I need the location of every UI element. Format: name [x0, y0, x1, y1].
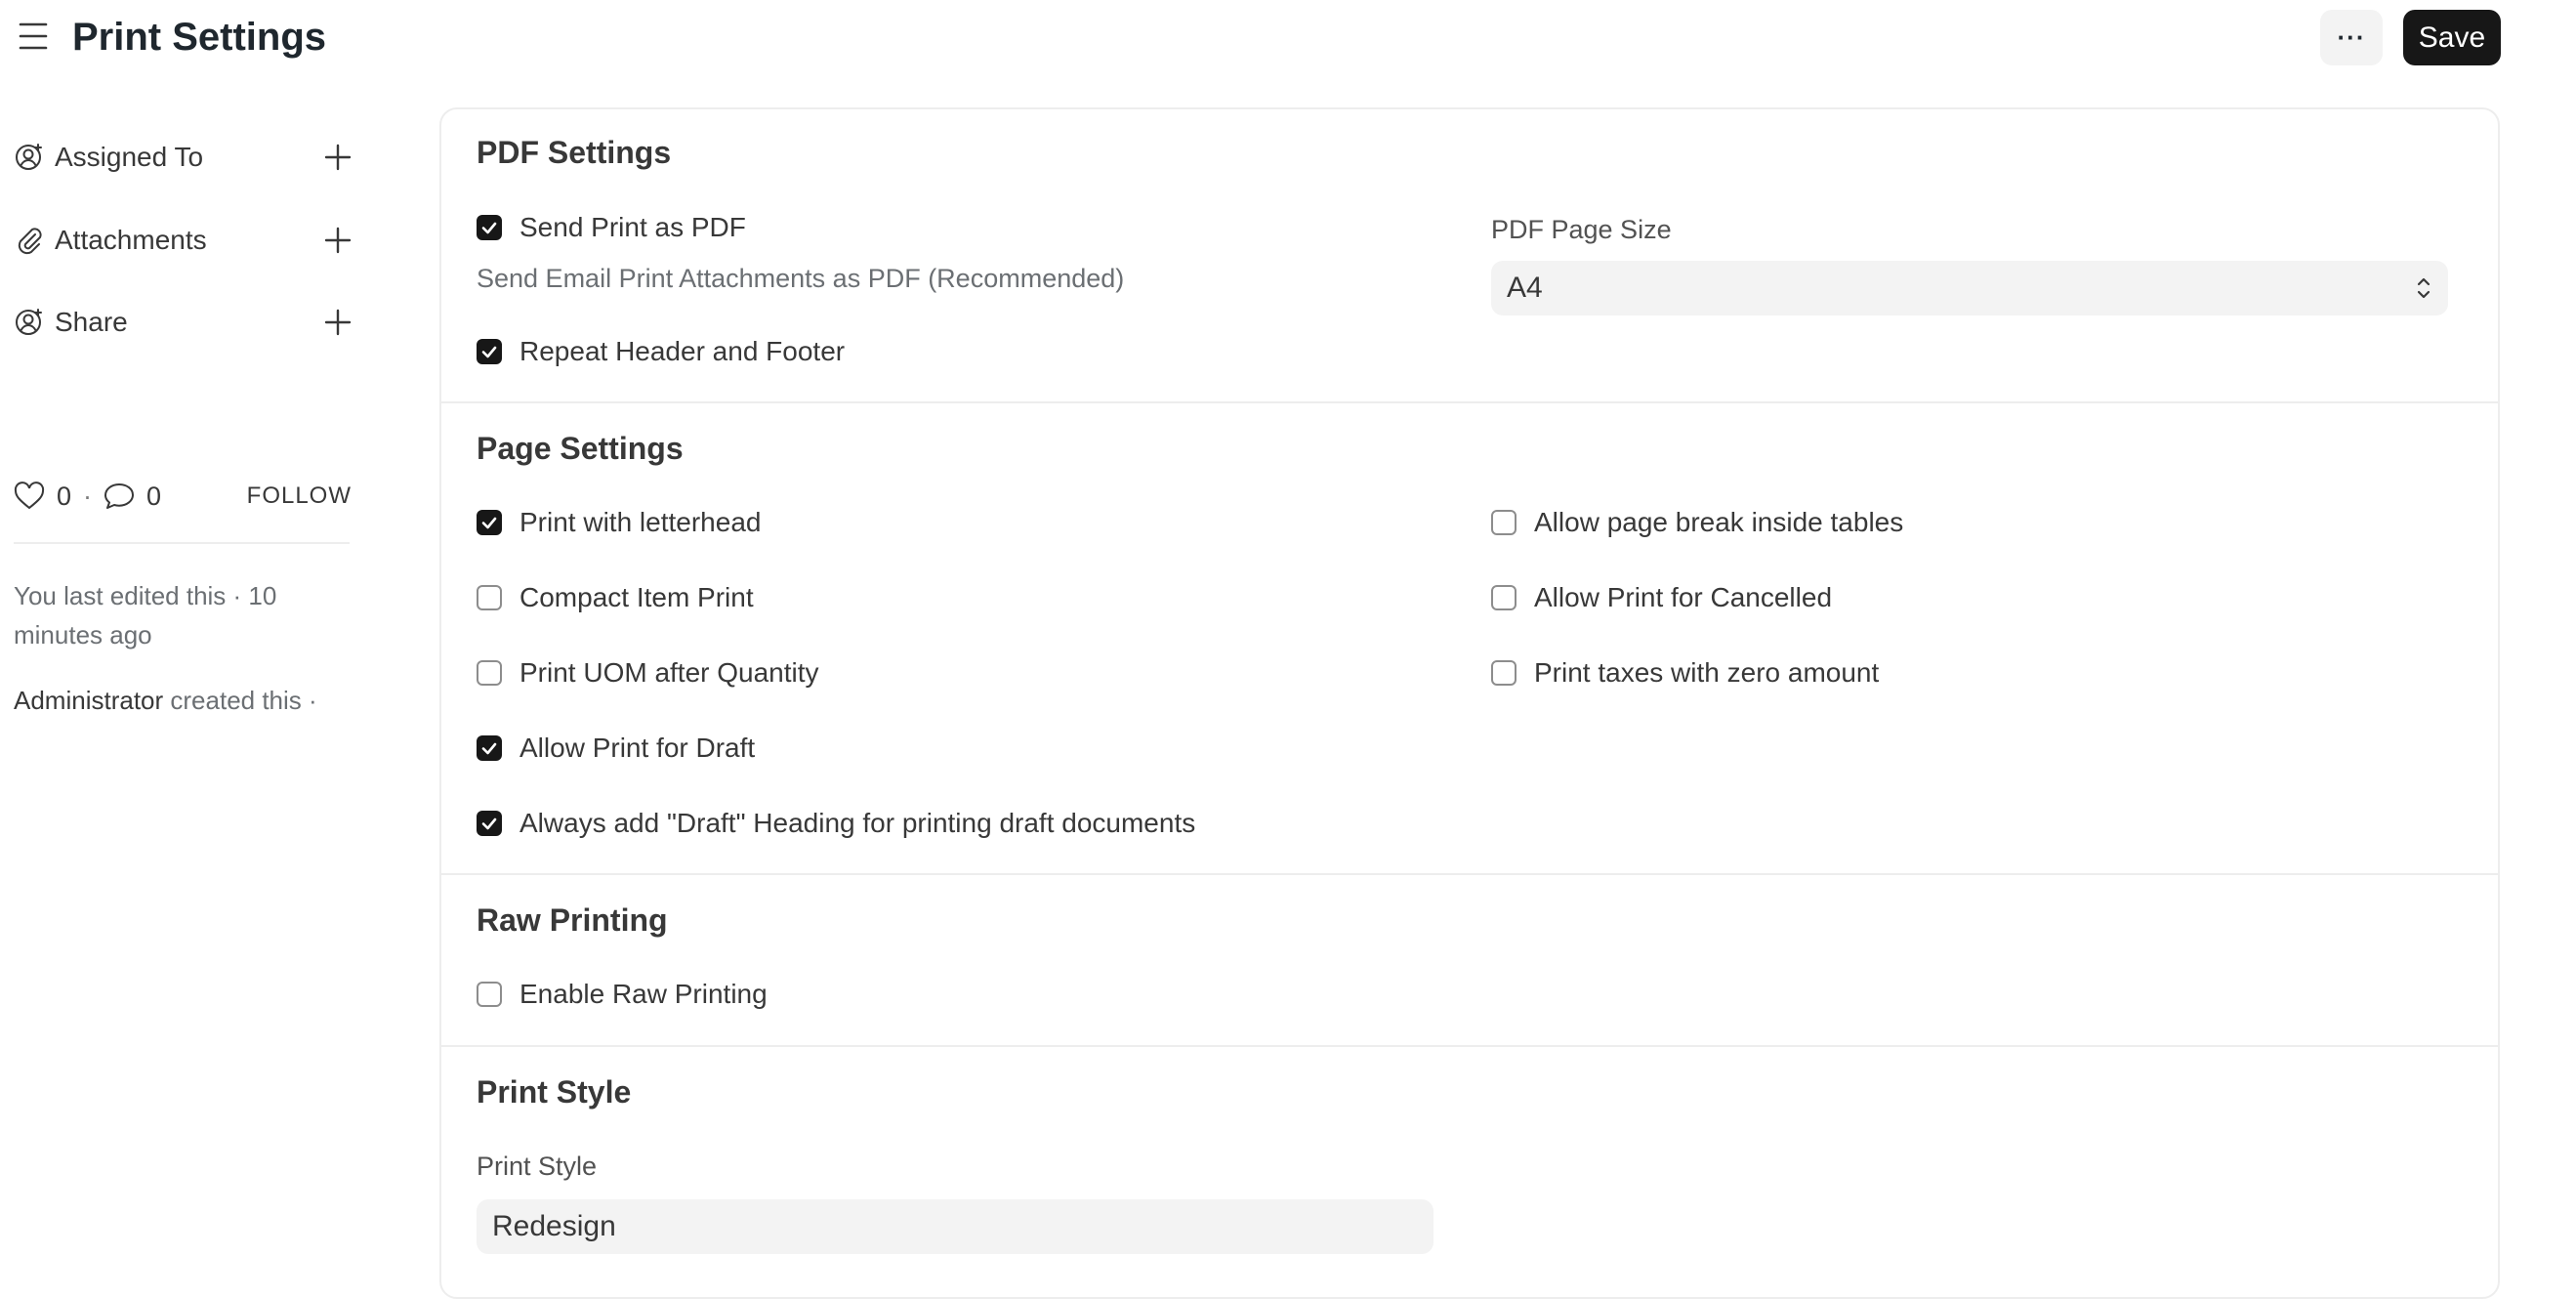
checkbox-label: Print taxes with zero amount [1534, 657, 1880, 688]
checkbox-label: Print UOM after Quantity [519, 657, 819, 688]
creator-name[interactable]: Administrator [14, 686, 163, 715]
check-icon [481, 517, 497, 529]
send-print-help-text: Send Email Print Attachments as PDF (Rec… [477, 264, 1125, 293]
checkbox-label: Send Print as PDF [519, 212, 746, 242]
allow-print-for-draft-checkbox[interactable]: Allow Print for Draft [477, 729, 755, 768]
sidebar-item-label: Assigned To [55, 142, 204, 172]
print-with-letterhead-checkbox[interactable]: Print with letterhead [477, 503, 761, 542]
share-user-icon [16, 309, 42, 335]
print-style-select[interactable]: Redesign [477, 1199, 1433, 1254]
print-uom-after-quantity-checkbox[interactable]: Print UOM after Quantity [477, 653, 819, 692]
created-by-text: Administrator created this · [14, 681, 365, 720]
checkbox-box[interactable] [477, 339, 502, 364]
allow-print-for-cancelled-checkbox[interactable]: Allow Print for Cancelled [1491, 578, 1832, 617]
assign-user-icon [16, 144, 42, 170]
checkbox-label: Compact Item Print [519, 582, 754, 612]
print-taxes-zero-amount-checkbox[interactable]: Print taxes with zero amount [1491, 653, 1879, 692]
add-share-icon[interactable] [324, 309, 352, 336]
sidebar-item-assigned-to[interactable]: Assigned To [14, 133, 352, 182]
checkbox-label: Print with letterhead [519, 507, 762, 537]
print-style-label: Print Style [477, 1152, 598, 1181]
checkbox-box[interactable] [477, 660, 502, 686]
section-divider [440, 401, 2499, 403]
select-value: A4 [1507, 272, 1543, 304]
section-title-raw-printing: Raw Printing [477, 902, 668, 938]
checkbox-box[interactable] [477, 982, 502, 1007]
checkbox-box[interactable] [477, 215, 502, 240]
section-divider [440, 873, 2499, 875]
section-title-print-style: Print Style [477, 1074, 632, 1110]
add-attachment-icon[interactable] [324, 227, 352, 254]
checkbox-label: Allow Print for Draft [519, 733, 756, 763]
engagement-row: 0 · 0 FOLLOW [14, 477, 352, 516]
chevron-up-down-icon [2417, 277, 2431, 299]
checkbox-label: Always add "Draft" Heading for printing … [519, 808, 1196, 838]
pdf-page-size-label: PDF Page Size [1491, 215, 1672, 244]
sidebar-item-label: Attachments [55, 225, 207, 255]
checkbox-label: Allow Print for Cancelled [1534, 582, 1833, 612]
menu-icon[interactable] [17, 21, 50, 51]
repeat-header-footer-checkbox[interactable]: Repeat Header and Footer [477, 332, 845, 371]
check-icon [481, 346, 497, 358]
created-by-suffix: created this · [170, 686, 317, 715]
check-icon [481, 222, 497, 234]
checkbox-box[interactable] [1491, 585, 1517, 610]
checkbox-label: Allow page break inside tables [1534, 507, 1904, 537]
checkbox-box[interactable] [477, 510, 502, 535]
paperclip-icon [18, 228, 42, 255]
heart-icon[interactable] [14, 482, 45, 511]
sidebar-divider [14, 542, 350, 544]
follow-button[interactable]: FOLLOW [247, 482, 352, 510]
separator-dot: · [83, 481, 93, 511]
enable-raw-printing-checkbox[interactable]: Enable Raw Printing [477, 975, 768, 1014]
last-edited-text: You last edited this · 10 minutes ago [14, 581, 277, 650]
send-print-as-pdf-checkbox[interactable]: Send Print as PDF [477, 208, 746, 247]
section-title-page-settings: Page Settings [477, 431, 684, 466]
like-count: 0 [57, 481, 72, 511]
check-icon [481, 817, 497, 830]
check-icon [481, 742, 497, 755]
select-value: Redesign [492, 1210, 616, 1242]
checkbox-box[interactable] [1491, 660, 1517, 686]
compact-item-print-checkbox[interactable]: Compact Item Print [477, 578, 754, 617]
checkbox-box[interactable] [477, 735, 502, 761]
comment-icon[interactable] [104, 482, 135, 511]
checkbox-box[interactable] [477, 585, 502, 610]
more-options-button[interactable]: ··· [2320, 10, 2383, 65]
comment-count: 0 [146, 481, 162, 511]
draft-heading-checkbox[interactable]: Always add "Draft" Heading for printing … [477, 804, 1195, 843]
save-button[interactable]: Save [2403, 10, 2501, 65]
section-divider [440, 1045, 2499, 1047]
checkbox-box[interactable] [477, 811, 502, 836]
sidebar-item-attachments[interactable]: Attachments [14, 216, 352, 265]
section-title-pdf-settings: PDF Settings [477, 135, 672, 170]
page-title: Print Settings [72, 16, 327, 59]
allow-page-break-checkbox[interactable]: Allow page break inside tables [1491, 503, 1903, 542]
checkbox-label: Repeat Header and Footer [519, 336, 846, 366]
checkbox-box[interactable] [1491, 510, 1517, 535]
checkbox-label: Enable Raw Printing [519, 979, 768, 1009]
sidebar-item-share[interactable]: Share [14, 298, 352, 347]
sidebar-item-label: Share [55, 307, 128, 337]
pdf-page-size-select[interactable]: A4 [1491, 261, 2448, 315]
add-assignee-icon[interactable] [324, 144, 352, 171]
